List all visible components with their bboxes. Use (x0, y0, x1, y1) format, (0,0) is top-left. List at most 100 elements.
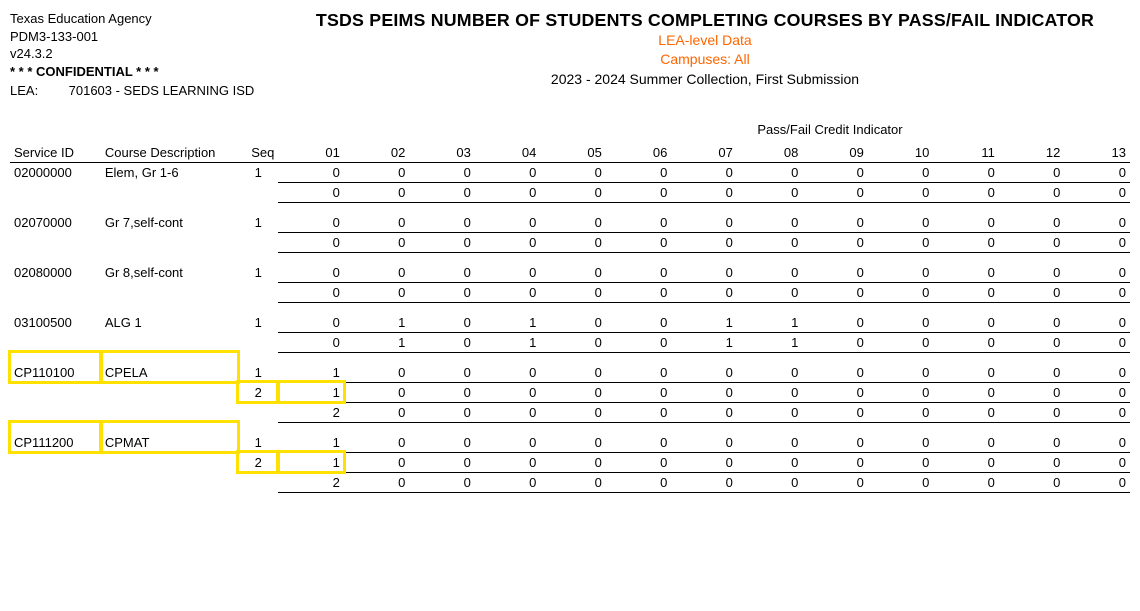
seq-cell: 2 (238, 452, 278, 472)
total-cell: 0 (344, 472, 410, 492)
total-cell: 0 (999, 472, 1065, 492)
value-cell: 0 (540, 382, 606, 402)
total-cell: 0 (606, 472, 672, 492)
total-cell: 0 (475, 282, 541, 302)
total-cell: 0 (802, 332, 868, 352)
table-total-row: 2000000000000 (10, 472, 1130, 492)
value-cell: 0 (540, 162, 606, 182)
total-cell: 0 (1064, 472, 1130, 492)
value-cell: 0 (1064, 252, 1130, 282)
total-cell: 0 (999, 232, 1065, 252)
course-desc-cell: Elem, Gr 1-6 (101, 162, 238, 182)
value-cell: 0 (540, 422, 606, 452)
value-cell: 0 (278, 252, 344, 282)
value-cell: 0 (737, 382, 803, 402)
total-cell: 0 (868, 472, 934, 492)
value-cell: 0 (606, 202, 672, 232)
column-header: 09 (802, 143, 868, 163)
value-cell: 0 (278, 202, 344, 232)
column-header: 11 (933, 143, 999, 163)
value-cell: 0 (606, 382, 672, 402)
value-cell: 0 (1064, 302, 1130, 332)
total-cell: 0 (802, 282, 868, 302)
table-row: 02000000Elem, Gr 1-610000000000000 (10, 162, 1130, 182)
value-cell: 0 (475, 252, 541, 282)
value-cell: 1 (671, 302, 737, 332)
table-total-row: 0000000000000 (10, 232, 1130, 252)
table-row: 21000000000000 (10, 452, 1130, 472)
value-cell: 0 (344, 422, 410, 452)
total-cell: 0 (737, 402, 803, 422)
total-cell: 0 (999, 332, 1065, 352)
value-cell: 0 (737, 202, 803, 232)
value-cell: 0 (671, 452, 737, 472)
value-cell: 0 (1064, 162, 1130, 182)
value-cell: 0 (868, 382, 934, 402)
value-cell: 0 (802, 302, 868, 332)
total-cell: 0 (671, 282, 737, 302)
value-cell: 0 (540, 302, 606, 332)
value-cell: 1 (278, 382, 344, 402)
agency-name: Texas Education Agency (10, 10, 280, 28)
value-cell: 0 (999, 452, 1065, 472)
value-cell: 0 (475, 382, 541, 402)
column-header: 13 (1064, 143, 1130, 163)
value-cell: 0 (671, 352, 737, 382)
column-header: 06 (606, 143, 672, 163)
total-cell: 0 (409, 232, 475, 252)
value-cell: 0 (540, 252, 606, 282)
subtitle-level: LEA-level Data (280, 31, 1130, 50)
value-cell: 0 (933, 162, 999, 182)
value-cell: 0 (409, 422, 475, 452)
service-id-cell: CP111200 (10, 422, 101, 452)
total-cell: 0 (409, 282, 475, 302)
value-cell: 0 (999, 422, 1065, 452)
total-cell: 0 (540, 332, 606, 352)
course-desc-cell (101, 382, 238, 402)
service-id-cell (10, 452, 101, 472)
total-cell: 0 (671, 472, 737, 492)
value-cell: 0 (737, 452, 803, 472)
total-cell: 0 (344, 232, 410, 252)
value-cell: 0 (737, 352, 803, 382)
seq-cell: 1 (238, 252, 278, 282)
value-cell: 0 (802, 202, 868, 232)
value-cell: 0 (802, 452, 868, 472)
service-id-cell: 02080000 (10, 252, 101, 282)
total-cell: 0 (475, 402, 541, 422)
column-header: 08 (737, 143, 803, 163)
value-cell: 0 (606, 302, 672, 332)
value-cell: 0 (409, 202, 475, 232)
report-table: Service IDCourse DescriptionSeq010203040… (10, 143, 1130, 493)
value-cell: 0 (606, 162, 672, 182)
value-cell: 0 (344, 382, 410, 402)
version: v24.3.2 (10, 45, 280, 63)
value-cell: 0 (540, 452, 606, 472)
value-cell: 0 (933, 452, 999, 472)
column-group-label: Pass/Fail Credit Indicator (530, 122, 1130, 137)
total-cell: 0 (278, 332, 344, 352)
value-cell: 1 (475, 302, 541, 332)
total-cell: 0 (409, 332, 475, 352)
value-cell: 0 (606, 352, 672, 382)
total-cell: 0 (933, 332, 999, 352)
total-cell: 0 (671, 232, 737, 252)
total-cell: 0 (671, 402, 737, 422)
value-cell: 0 (671, 252, 737, 282)
value-cell: 0 (999, 252, 1065, 282)
total-cell: 0 (475, 472, 541, 492)
course-desc-cell: Gr 7,self-cont (101, 202, 238, 232)
value-cell: 0 (999, 202, 1065, 232)
total-cell: 0 (737, 182, 803, 202)
service-id-cell: 03100500 (10, 302, 101, 332)
column-header: Seq (238, 143, 278, 163)
value-cell: 0 (409, 352, 475, 382)
value-cell: 0 (868, 352, 934, 382)
value-cell: 0 (671, 162, 737, 182)
seq-cell: 1 (238, 202, 278, 232)
total-cell: 0 (999, 402, 1065, 422)
total-cell: 0 (1064, 282, 1130, 302)
total-cell: 0 (868, 332, 934, 352)
value-cell: 0 (606, 422, 672, 452)
total-cell: 1 (344, 332, 410, 352)
